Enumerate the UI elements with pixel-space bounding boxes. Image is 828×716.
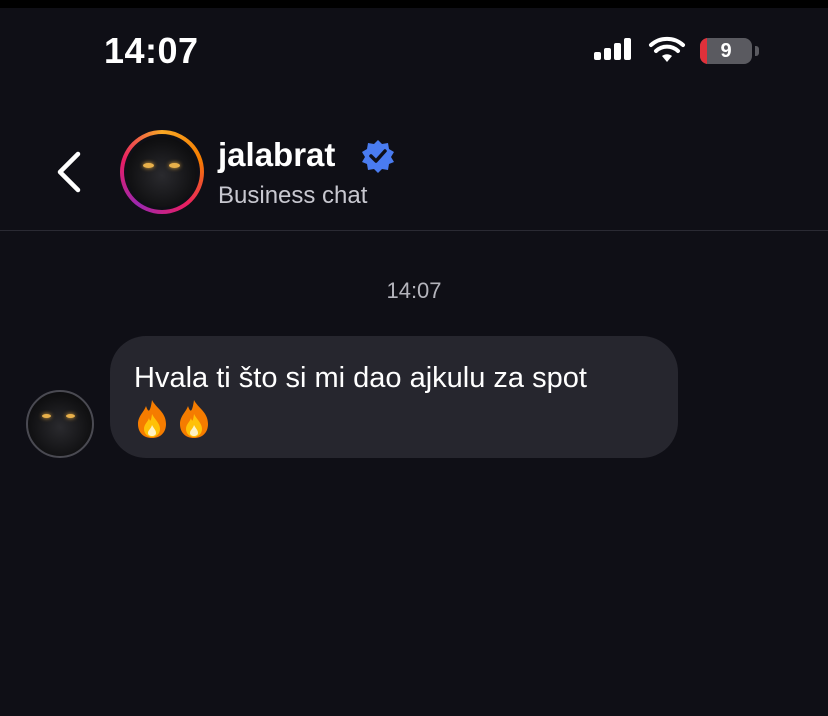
wifi-icon: [649, 36, 685, 62]
header-avatar[interactable]: [120, 130, 204, 214]
fire-icon: [180, 400, 208, 439]
header-subtitle: Business chat: [218, 182, 368, 209]
top-edge: [0, 0, 828, 8]
chat-timestamp: 14:07: [386, 278, 442, 303]
fire-icon: [138, 400, 166, 439]
header-username[interactable]: jalabrat: [218, 136, 335, 174]
avatar-eye-right: [169, 163, 180, 168]
avatar-eye-left: [42, 414, 51, 418]
panther-avatar-image: [127, 137, 197, 207]
avatar-ring-inner: [124, 134, 200, 210]
battery-level: 9: [720, 40, 732, 62]
message-sender-avatar[interactable]: [26, 390, 94, 458]
signal-icon: [594, 38, 631, 60]
verified-badge-icon: [362, 140, 394, 173]
message-bubble[interactable]: Hvala ti što si mi dao ajkulu za spot: [110, 336, 678, 458]
header-divider: [0, 230, 828, 231]
battery-icon: 9: [700, 38, 752, 64]
status-time: 14:07: [104, 30, 199, 71]
message-body: Hvala ti što si mi dao ajkulu za spot: [134, 362, 587, 394]
back-button[interactable]: [50, 148, 90, 196]
avatar-eye-right: [66, 414, 75, 418]
chevron-left-icon: [57, 151, 81, 193]
avatar-eye-left: [143, 163, 154, 168]
battery-nub: [755, 46, 759, 56]
message-text: Hvala ti što si mi dao ajkulu za spot: [134, 358, 654, 440]
